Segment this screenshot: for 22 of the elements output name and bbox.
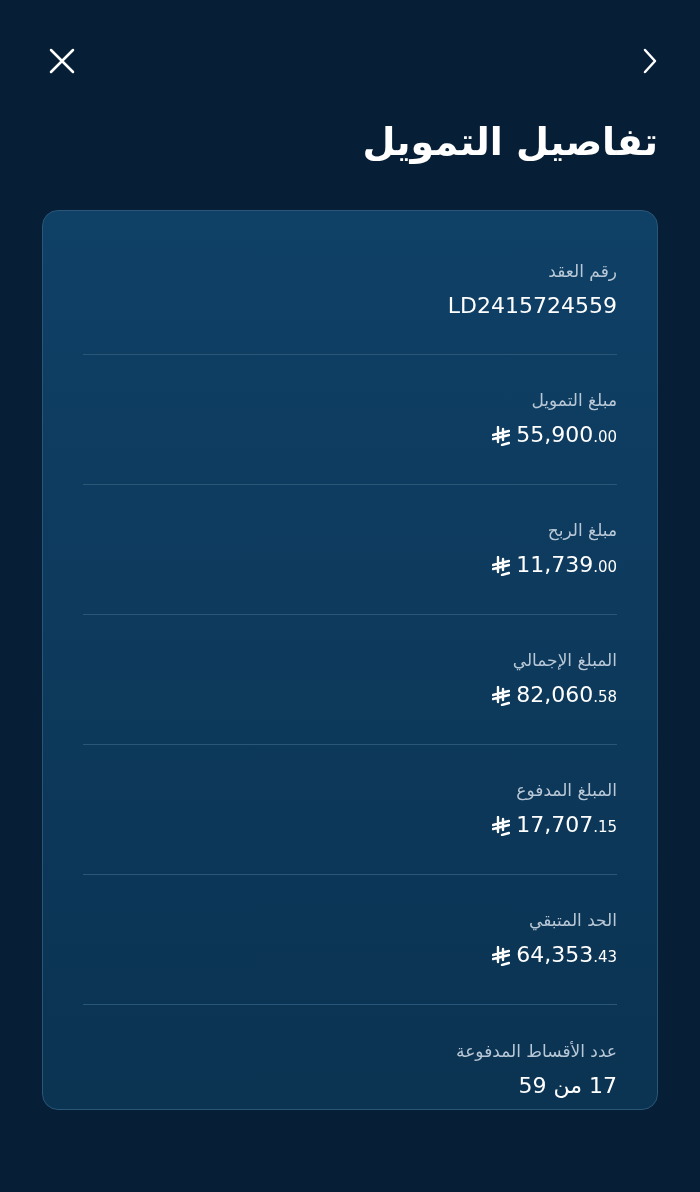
amount-value: 64,353.43 [516,940,617,969]
amount-value: 55,900.00 [516,420,617,449]
field-label: الحد المتبقي [529,908,617,931]
page-title: تفاصيل التمويل [362,119,658,166]
field-label: المبلغ الإجمالي [512,648,617,671]
riyal-symbol-icon [492,685,511,706]
amount-value: 11,739.00 [516,550,617,579]
field-value: 17 من 59 [518,1072,617,1100]
riyal-symbol-icon [492,555,511,576]
close-icon[interactable] [48,47,76,75]
riyal-symbol-icon [492,945,511,966]
field-label: مبلغ التمويل [531,388,617,411]
field-value: LD2415724559 [447,291,617,320]
amount-value: 17,707.15 [516,810,617,839]
field-label: رقم العقد [548,259,617,282]
field-label: مبلغ الربح [547,518,617,541]
field-label: عدد الأقساط المدفوعة [456,1040,617,1062]
field-label: المبلغ المدفوع [516,778,617,801]
chevron-right-icon[interactable] [642,47,658,75]
riyal-symbol-icon [492,815,511,836]
amount-value: 82,060.58 [516,680,617,709]
riyal-symbol-icon [492,425,511,446]
